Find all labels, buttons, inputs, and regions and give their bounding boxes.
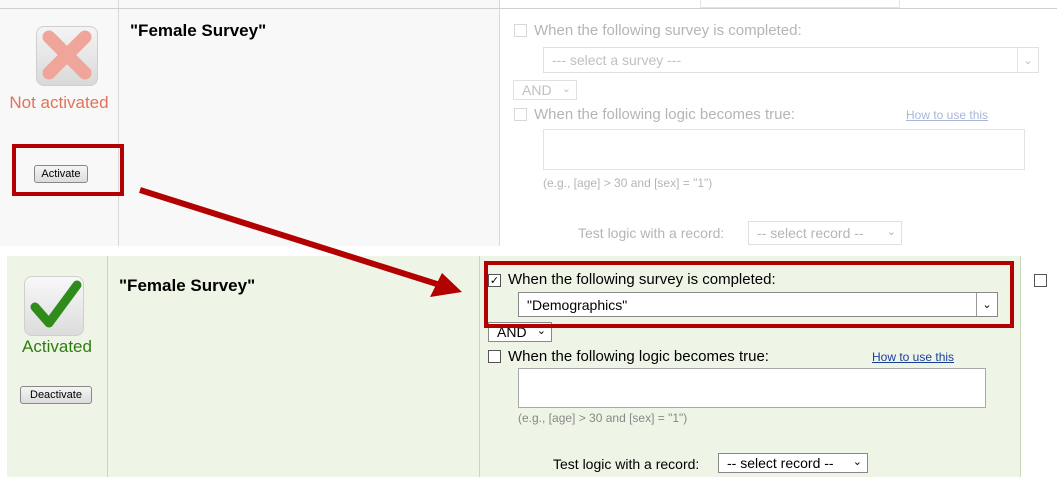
activate-highlight-box	[12, 144, 124, 196]
chevron-down-icon: ⌄	[852, 456, 862, 468]
option-checkbox[interactable]	[1034, 274, 1047, 287]
logic-hint: (e.g., [age] > 30 and [sex] = "1")	[518, 411, 688, 425]
red-x-icon	[36, 26, 98, 86]
logic-hint: (e.g., [age] > 30 and [sex] = "1")	[543, 176, 713, 190]
record-select-value: -- select record --	[727, 455, 834, 471]
survey-title: "Female Survey"	[119, 276, 256, 295]
chevron-down-icon: ⌄	[561, 83, 571, 95]
survey-completed-checkbox[interactable]	[514, 24, 527, 37]
divider	[0, 8, 1057, 9]
survey-select[interactable]: --- select a survey --- ⌄	[543, 47, 1039, 73]
logic-textarea[interactable]	[518, 368, 986, 408]
test-logic-label: Test logic with a record:	[553, 456, 700, 472]
automated-invitation-inactive: Not activated Activate "Female Survey" W…	[0, 0, 1057, 246]
survey-title: "Female Survey"	[130, 21, 267, 40]
status-label: Not activated	[9, 93, 109, 112]
record-select[interactable]: -- select record -- ⌄	[748, 221, 902, 245]
logic-textarea[interactable]	[543, 129, 1025, 170]
record-select-value: -- select record --	[757, 225, 864, 241]
chevron-down-icon: ⌄	[1017, 48, 1038, 72]
green-check-icon	[24, 276, 84, 336]
survey-completed-label: When the following survey is completed:	[534, 22, 802, 39]
how-to-use-link[interactable]: How to use this	[872, 350, 954, 364]
and-select[interactable]: AND ⌄	[513, 80, 577, 100]
test-logic-label: Test logic with a record:	[578, 225, 725, 241]
partial-select-above	[700, 0, 900, 8]
and-select-value: AND	[522, 82, 552, 98]
survey-select-value: --- select a survey ---	[552, 52, 682, 68]
survey-condition-highlight-box	[484, 261, 1014, 328]
status-label: Activated	[22, 337, 92, 356]
deactivate-button[interactable]: Deactivate	[20, 386, 92, 404]
record-select[interactable]: -- select record -- ⌄	[718, 453, 868, 473]
chevron-down-icon: ⌄	[886, 226, 896, 238]
logic-label: When the following logic becomes true:	[534, 106, 795, 123]
logic-checkbox[interactable]	[514, 108, 527, 121]
how-to-use-link[interactable]: How to use this	[906, 108, 988, 122]
automated-invitation-active: Activated Deactivate "Female Survey" ✓ W…	[7, 256, 1057, 477]
logic-label: When the following logic becomes true:	[508, 348, 769, 365]
options-column	[1021, 256, 1057, 477]
logic-checkbox[interactable]	[488, 350, 501, 363]
